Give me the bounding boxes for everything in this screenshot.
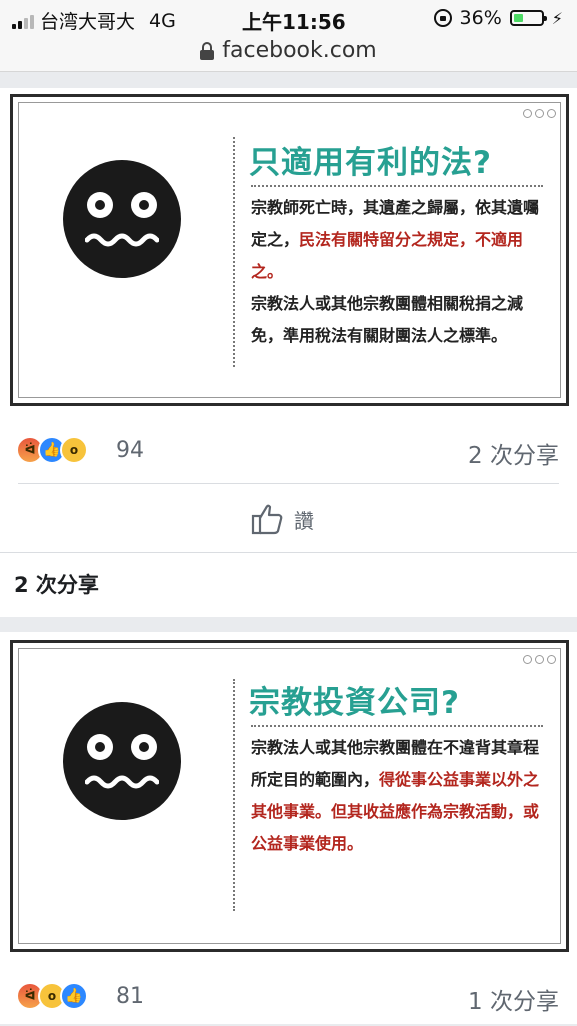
title-underline bbox=[251, 725, 543, 727]
reaction-icons: ᐛ o 👍 bbox=[16, 982, 88, 1010]
reactions-summary[interactable]: ᐛ 👍 o 94 2 次分享 bbox=[0, 420, 577, 480]
post-card: 只適用有利的法? 宗教師死亡時，其遺產之歸屬，依其遺囑定之，民法有關特留分之規定… bbox=[0, 88, 577, 617]
shares-header: 2 次分享 bbox=[0, 552, 577, 617]
url-text[interactable]: facebook.com bbox=[222, 38, 376, 63]
divider-line bbox=[233, 137, 235, 367]
share-count[interactable]: 1 次分享 bbox=[468, 982, 559, 1016]
status-left: 台湾大哥大 4G bbox=[12, 7, 176, 34]
action-bar: 讚 bbox=[0, 488, 577, 548]
status-right: 36% ⚡ bbox=[433, 7, 563, 29]
post-image[interactable]: 只適用有利的法? 宗教師死亡時，其遺產之歸屬，依其遺囑定之，民法有關特留分之規定… bbox=[10, 94, 569, 406]
shares-header-title: 2 次分享 bbox=[14, 573, 99, 597]
like-label: 讚 bbox=[294, 508, 314, 533]
padlock-icon bbox=[200, 42, 215, 60]
more-dots-icon bbox=[523, 109, 556, 118]
slide-title: 只適用有利的法? bbox=[249, 145, 492, 181]
body-text: 宗教法人或其他宗教團體相關稅捐之減免，準用稅法有關財團法人之標準。 bbox=[251, 294, 524, 345]
more-dots-icon bbox=[523, 655, 556, 664]
status-bar: 台湾大哥大 4G 上午11:56 36% ⚡ bbox=[0, 0, 577, 38]
signal-icon bbox=[12, 13, 34, 29]
reaction-count[interactable]: 81 bbox=[116, 984, 144, 1009]
worried-face-icon bbox=[63, 702, 181, 820]
worried-face-icon bbox=[63, 160, 181, 278]
carrier-label: 台湾大哥大 bbox=[40, 11, 136, 33]
thumbs-up-icon bbox=[251, 504, 283, 535]
battery-icon bbox=[509, 10, 547, 26]
slide-body: 宗教法人或其他宗教團體在不違背其章程所定目的範圍內，得從事公益事業以外之其他事業… bbox=[251, 732, 549, 860]
like-button[interactable]: 讚 bbox=[250, 502, 314, 536]
charging-icon: ⚡ bbox=[551, 8, 563, 28]
clock: 上午11:56 bbox=[242, 10, 346, 34]
slide-body: 宗教師死亡時，其遺產之歸屬，依其遺囑定之，民法有關特留分之規定，不適用之。 宗教… bbox=[251, 192, 549, 352]
network-label: 4G bbox=[149, 9, 176, 32]
post-card: 宗教投資公司? 宗教法人或其他宗教團體在不違背其章程所定目的範圍內，得從事公益事… bbox=[0, 632, 577, 1024]
reactions-summary[interactable]: ᐛ o 👍 81 1 次分享 bbox=[0, 966, 577, 1026]
wow-reaction-icon: o bbox=[60, 436, 88, 464]
divider bbox=[18, 483, 559, 484]
title-underline bbox=[251, 185, 543, 187]
like-reaction-icon: 👍 bbox=[60, 982, 88, 1010]
slide-title: 宗教投資公司? bbox=[249, 685, 460, 721]
reaction-count[interactable]: 94 bbox=[116, 438, 144, 463]
address-bar[interactable]: facebook.com bbox=[0, 38, 577, 72]
post-image[interactable]: 宗教投資公司? 宗教法人或其他宗教團體在不違背其章程所定目的範圍內，得從事公益事… bbox=[10, 640, 569, 952]
orientation-lock-icon bbox=[433, 9, 452, 27]
reaction-icons: ᐛ 👍 o bbox=[16, 436, 88, 464]
share-count[interactable]: 2 次分享 bbox=[468, 436, 559, 470]
divider-line bbox=[233, 679, 235, 911]
battery-percent: 36% bbox=[459, 7, 502, 29]
